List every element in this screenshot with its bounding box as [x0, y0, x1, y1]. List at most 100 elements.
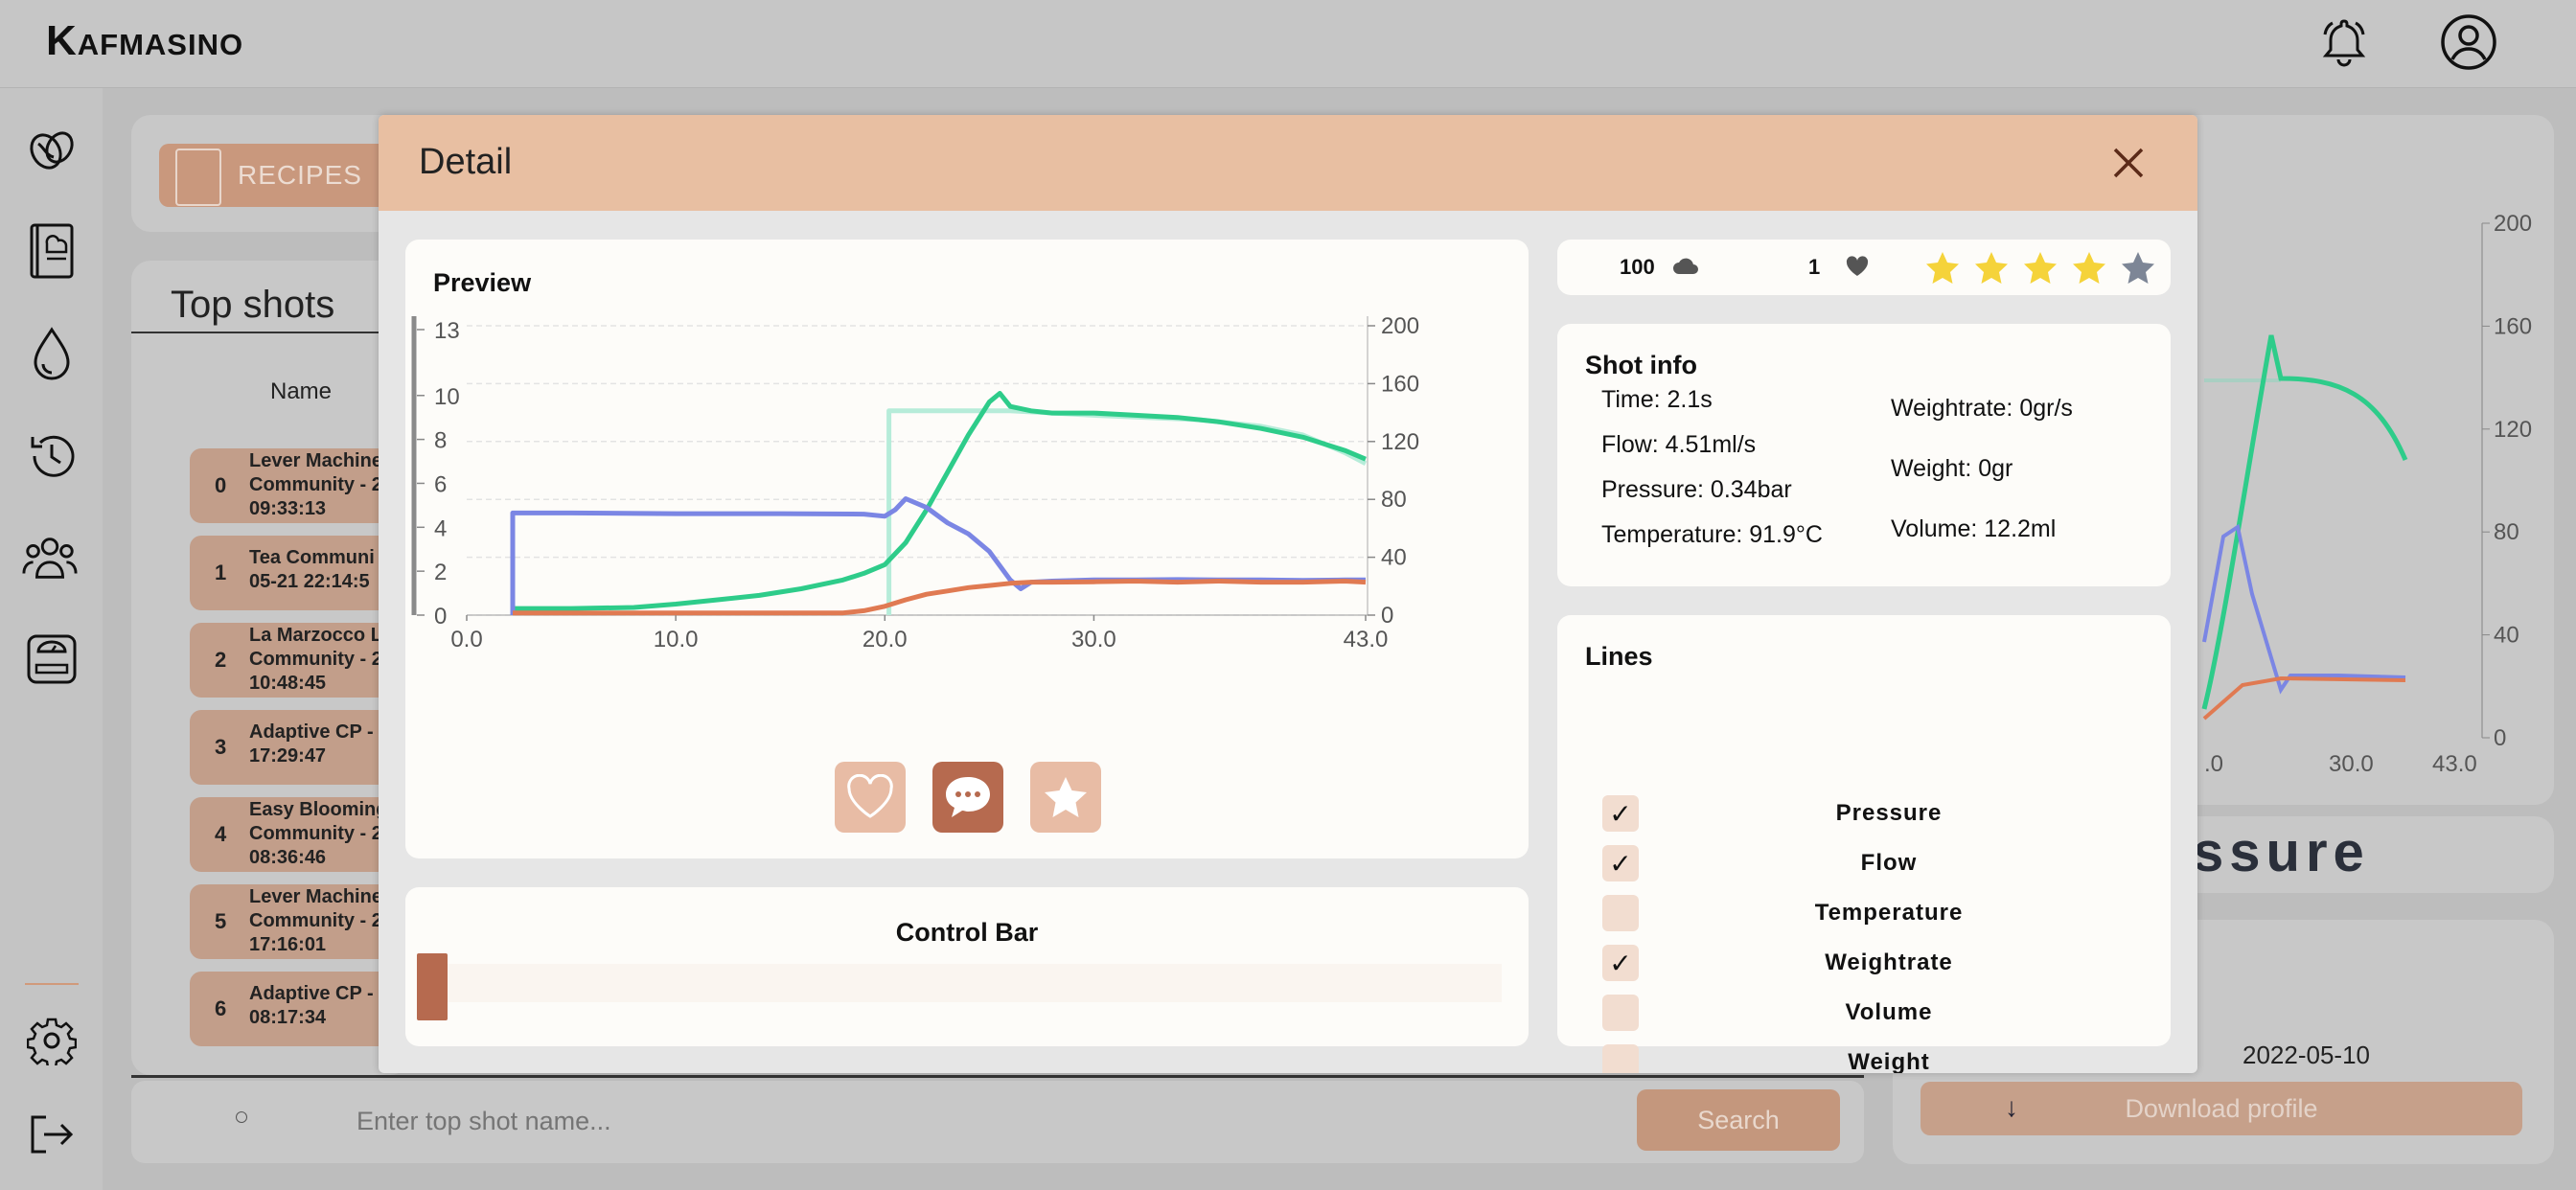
line-checkbox[interactable] — [1602, 995, 1639, 1031]
rating-star-icon[interactable] — [2070, 249, 2108, 287]
line-label: Temperature — [1814, 900, 1964, 926]
top-shots-divider — [131, 332, 409, 333]
axis-tick-label: 43.0 — [2432, 751, 2477, 777]
axis-tick-label: 0 — [2494, 725, 2506, 751]
shot-chart: 200160120804001310864200.0 10.0 20.0 30.0 43… — [411, 316, 1419, 652]
line-label: Flow — [1860, 850, 1918, 876]
heart-icon — [847, 774, 893, 818]
history-icon[interactable] — [23, 427, 80, 485]
line-checkbox[interactable]: ✓ — [1602, 845, 1639, 881]
series-line-pressure — [513, 391, 1367, 611]
left-tick-label: 2 — [434, 560, 447, 585]
bell-icon[interactable] — [2317, 15, 2371, 69]
control-bar-track[interactable] — [419, 964, 1502, 1002]
user-circle-icon[interactable] — [2440, 13, 2497, 71]
x-tick-label: 43.0 — [1344, 627, 1389, 652]
line-label: Pressure — [1835, 800, 1943, 826]
axis-tick-label: 40 — [2494, 623, 2519, 649]
recipe-book-icon[interactable] — [23, 222, 80, 280]
modal-title: Detail — [419, 142, 513, 182]
top-shots-title: Top shots — [171, 284, 335, 326]
rating-star-icon[interactable] — [1972, 249, 2011, 287]
shot-time: Time: 2.1s — [1601, 386, 1713, 413]
star-icon — [1045, 777, 1087, 817]
check-icon: ✓ — [1609, 948, 1632, 978]
line-checkbox[interactable]: ✓ — [1602, 795, 1639, 832]
left-tick-label: 8 — [434, 428, 447, 454]
search-divider — [131, 1075, 1864, 1078]
axis-tick-label: 200 — [2494, 211, 2532, 237]
axis-tick-label: 120 — [2494, 417, 2532, 443]
detail-modal: Detail Preview 200 160 120 80 40 0 13 10 8 6 4 2 0 0.… — [379, 115, 2197, 1073]
check-icon: ✓ — [1609, 848, 1632, 879]
app-logo: Kafmasino — [46, 17, 244, 64]
right-tick-label: 0 — [1381, 603, 1393, 629]
profile-name-text: ssure — [2193, 821, 2370, 883]
recipes-tab-label: RECIPES — [238, 160, 362, 190]
line-checkbox[interactable] — [1602, 1044, 1639, 1073]
rating-star-icon[interactable] — [2119, 249, 2157, 287]
row-index: 2 — [215, 648, 227, 672]
recipe-tab-icon — [175, 149, 221, 206]
line-checkbox[interactable]: ✓ — [1602, 945, 1639, 981]
left-tick-label: 0 — [434, 604, 447, 629]
line-label: Weightrate — [1825, 950, 1953, 975]
close-icon[interactable] — [2109, 144, 2148, 182]
comment-button[interactable] — [932, 762, 1003, 833]
shot-temperature: Temperature: 91.9°C — [1601, 521, 1823, 548]
community-icon[interactable] — [21, 529, 79, 586]
right-tick-label: 80 — [1381, 487, 1407, 513]
rating-stars[interactable] — [1923, 249, 2163, 287]
shot-info-title: Shot info — [1585, 351, 1697, 379]
control-bar-handle[interactable] — [417, 953, 448, 1020]
x-tick-label: 10.0 — [654, 627, 699, 652]
top-bar — [0, 0, 2576, 88]
control-bar-title: Control Bar — [895, 918, 1039, 947]
like-button[interactable] — [835, 762, 906, 833]
heart-icon — [1845, 255, 1870, 283]
views-count: 100 — [1620, 255, 1655, 279]
row-index: 5 — [215, 909, 227, 933]
row-index: 4 — [215, 822, 227, 846]
download-button-label: Download profile — [2125, 1093, 2318, 1123]
left-tick-label: 4 — [434, 515, 447, 541]
x-tick-label: 30.0 — [1071, 627, 1116, 652]
check-icon: ✓ — [1609, 798, 1632, 829]
name-column-header: Name — [270, 378, 333, 404]
comment-icon — [946, 777, 990, 817]
likes-count: 1 — [1808, 255, 1821, 279]
beans-icon[interactable] — [23, 121, 80, 178]
x-tick-label: 20.0 — [862, 627, 908, 652]
lines-panel — [1557, 615, 2171, 1046]
right-tick-label: 40 — [1381, 545, 1407, 571]
axis-tick-label: .0 — [2204, 751, 2223, 777]
row-index: 6 — [215, 996, 227, 1020]
scale-icon[interactable] — [23, 630, 80, 688]
search-button[interactable]: Search — [1637, 1089, 1840, 1151]
line-label: Volume — [1845, 999, 1933, 1025]
settings-icon[interactable] — [23, 1012, 80, 1069]
rate-button[interactable] — [1030, 762, 1101, 833]
left-tick-label: 13 — [434, 318, 460, 344]
left-tick-label: 6 — [434, 471, 447, 497]
axis-tick-label: 30.0 — [2329, 751, 2374, 777]
preview-title: Preview — [433, 268, 532, 297]
search-icon — [236, 1111, 247, 1123]
lines-title: Lines — [1585, 642, 1653, 671]
row-index: 0 — [215, 473, 227, 497]
right-tick-label: 120 — [1381, 429, 1419, 455]
rating-star-icon[interactable] — [1923, 249, 1962, 287]
shot-flow: Flow: 4.51ml/s — [1601, 431, 1757, 458]
modal-header — [379, 115, 2197, 211]
line-checkbox[interactable] — [1602, 895, 1639, 931]
row-index: 1 — [215, 561, 227, 584]
logout-icon[interactable] — [23, 1106, 80, 1163]
top-shot-search-input[interactable] — [355, 1100, 1604, 1142]
rating-star-icon[interactable] — [2021, 249, 2059, 287]
drop-icon[interactable] — [23, 326, 80, 383]
left-tick-label: 10 — [434, 384, 460, 410]
axis-tick-label: 160 — [2494, 313, 2532, 339]
shot-weightrate: Weightrate: 0gr/s — [1891, 395, 2073, 422]
shot-volume: Volume: 12.2ml — [1891, 515, 2057, 542]
background-chart: 200 160 120 80 40 0 .0 30.0 43.0 — [2201, 211, 2532, 777]
